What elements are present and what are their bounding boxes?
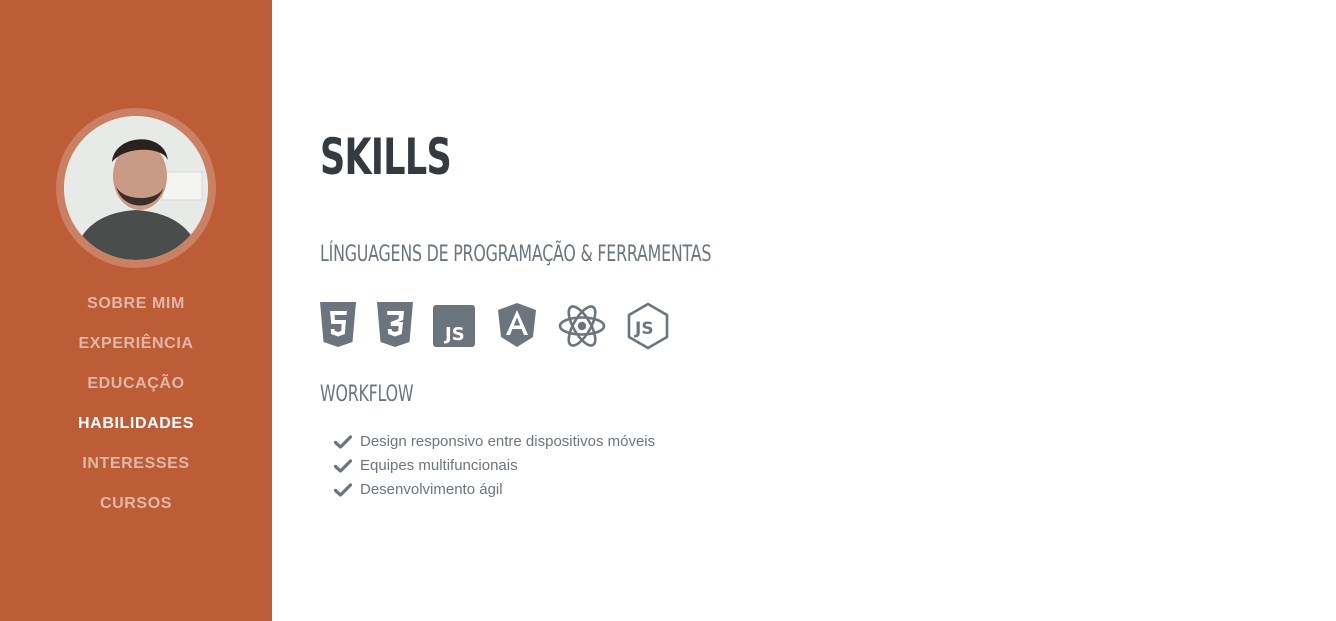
workflow-heading: WORKFLOW	[320, 382, 414, 407]
sidebar: SOBRE MIM EXPERIÊNCIA EDUCAÇÃO HABILIDAD…	[0, 0, 272, 621]
list-item: Equipes multifuncionais	[334, 454, 655, 478]
react-icon	[557, 302, 607, 350]
nav-item-habilidades[interactable]: HABILIDADES	[0, 408, 272, 448]
nav-item-interesses[interactable]: INTERESSES	[0, 448, 272, 488]
list-item: Design responsivo entre dispositivos móv…	[334, 430, 655, 454]
nav-item-cursos[interactable]: CURSOS	[0, 488, 272, 528]
check-icon	[334, 459, 360, 473]
workflow-item-text: Desenvolvimento ágil	[360, 481, 503, 498]
css3-icon	[377, 302, 413, 350]
profile-avatar-frame	[56, 108, 216, 268]
svg-text:JS: JS	[634, 319, 654, 339]
angular-icon	[497, 302, 537, 350]
nav-item-sobre-mim[interactable]: SOBRE MIM	[0, 288, 272, 328]
check-icon	[334, 483, 360, 497]
nav-item-educacao[interactable]: EDUCAÇÃO	[0, 368, 272, 408]
page-title: SKILLS	[320, 128, 452, 186]
skills-section: SKILLS LÍNGUAGENS DE PROGRAMAÇÃO & FERRA…	[320, 0, 1300, 621]
javascript-icon: JS	[433, 302, 475, 350]
check-icon	[334, 435, 360, 449]
nav-item-experiencia[interactable]: EXPERIÊNCIA	[0, 328, 272, 368]
workflow-item-text: Design responsivo entre dispositivos móv…	[360, 433, 656, 450]
workflow-item-text: Equipes multifuncionais	[360, 457, 518, 474]
list-item: Desenvolvimento ágil	[334, 478, 655, 502]
html5-icon	[320, 302, 356, 350]
svg-text:JS: JS	[443, 324, 465, 345]
sidebar-nav: SOBRE MIM EXPERIÊNCIA EDUCAÇÃO HABILIDAD…	[0, 288, 272, 528]
avatar	[64, 116, 208, 260]
languages-heading: LÍNGUAGENS DE PROGRAMAÇÃO & FERRAMENTAS	[320, 242, 712, 267]
workflow-list: Design responsivo entre dispositivos móv…	[334, 430, 655, 502]
nodejs-icon: JS	[626, 302, 670, 350]
